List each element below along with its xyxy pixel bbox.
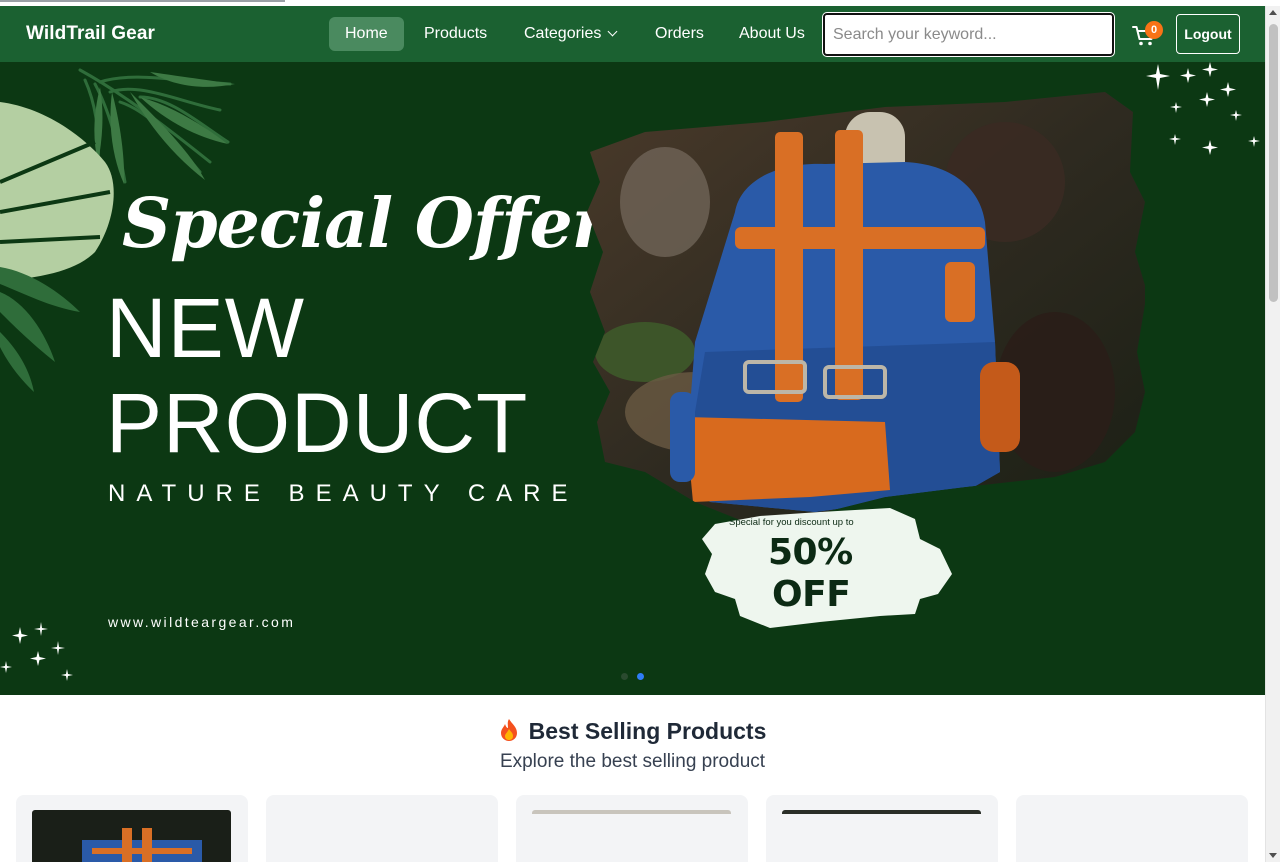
scroll-up-icon[interactable] [1269,10,1277,15]
nav-products[interactable]: Products [408,17,503,51]
chevron-down-icon [607,26,618,37]
hero-headline-product: PRODUCT [106,376,529,470]
product-card[interactable] [16,795,248,862]
search-input[interactable] [825,15,1112,54]
nav-categories[interactable]: Categories [508,17,632,51]
product-card[interactable] [516,795,748,862]
section-title: Best Selling Products [0,718,1265,745]
discount-off: OFF [772,574,851,615]
discount-percent: 50% [768,532,853,573]
product-card[interactable] [766,795,998,862]
hero-tagline: NATURE BEAUTY CARE [108,480,579,507]
fire-icon [500,719,517,741]
page: WildTrail Gear Home Products Categories … [0,0,1265,862]
carousel-dot-1[interactable] [621,673,628,680]
nav-about-us[interactable]: About Us [723,17,821,51]
section-subtitle: Explore the best selling product [499,751,766,772]
scrollbar-thumb[interactable] [1269,24,1278,302]
hero-script-title: Special Offer [122,184,608,264]
hero-carousel[interactable]: Special Offer NEW PRODUCT NATURE BEAUTY … [0,62,1265,695]
hero-headline-new: NEW [106,281,305,375]
hero-website: www.wildteargear.com [108,614,296,630]
section-title-text: Best Selling Products [528,718,767,744]
product-image [32,810,231,862]
discount-small-text: Special for you discount up to [729,517,854,528]
carousel-dot-2[interactable] [637,673,644,680]
brand-logo[interactable]: WildTrail Gear [26,23,155,45]
product-card[interactable] [266,795,498,862]
product-card[interactable] [1016,795,1248,862]
nav-orders[interactable]: Orders [639,17,720,51]
sparkle-icon [1146,62,1260,155]
sparkle-icon [0,622,73,681]
logout-button[interactable]: Logout [1176,14,1240,54]
scroll-down-icon[interactable] [1269,853,1277,858]
best-selling-header: Best Selling Products Explore the best s… [0,718,1265,773]
product-image [532,810,731,814]
nav-categories-label: Categories [524,25,602,42]
navbar: WildTrail Gear Home Products Categories … [0,6,1265,62]
product-image [782,810,981,814]
search-box [822,12,1115,57]
cart-count-badge: 0 [1145,21,1163,39]
nav-home[interactable]: Home [329,17,404,51]
page-scrollbar[interactable] [1265,6,1280,862]
backpack-photo [587,92,1145,522]
